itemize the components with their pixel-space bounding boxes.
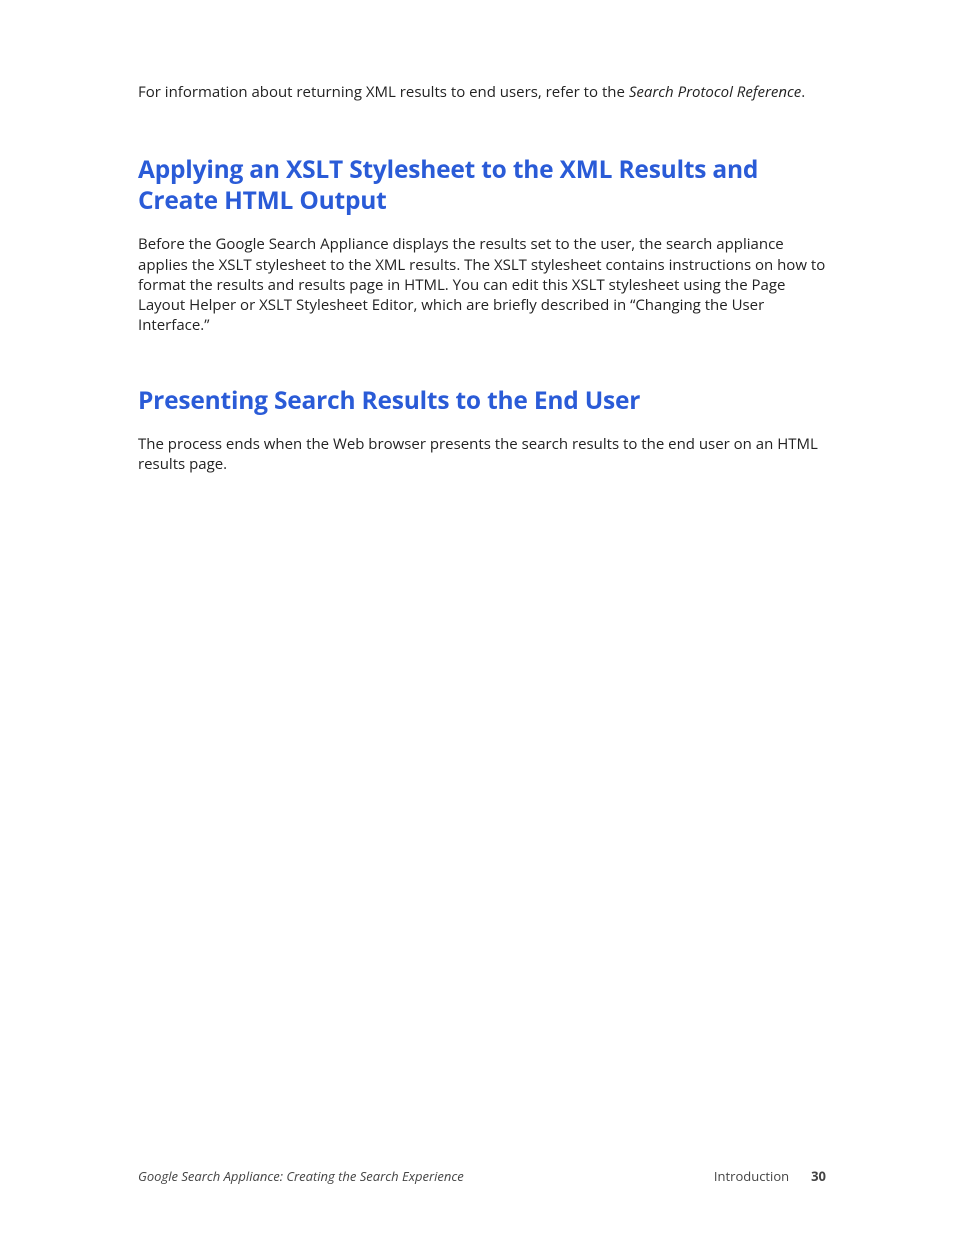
footer-page-number: 30 — [811, 1167, 826, 1185]
page-footer: Google Search Appliance: Creating the Se… — [138, 1167, 826, 1185]
intro-suffix: . — [801, 82, 805, 102]
section-body-presenting: The process ends when the Web browser pr… — [138, 434, 826, 475]
intro-prefix: For information about returning XML resu… — [138, 82, 629, 102]
intro-reference: Search Protocol Reference — [629, 82, 801, 102]
section-body-xslt: Before the Google Search Appliance displ… — [138, 234, 826, 335]
section-heading-xslt: Applying an XSLT Stylesheet to the XML R… — [138, 155, 826, 216]
footer-right: Introduction 30 — [714, 1167, 826, 1185]
intro-paragraph: For information about returning XML resu… — [138, 82, 826, 103]
footer-chapter: Introduction — [714, 1167, 789, 1185]
page-content: For information about returning XML resu… — [0, 0, 954, 475]
section-heading-presenting: Presenting Search Results to the End Use… — [138, 386, 826, 417]
footer-doc-title: Google Search Appliance: Creating the Se… — [138, 1167, 464, 1185]
